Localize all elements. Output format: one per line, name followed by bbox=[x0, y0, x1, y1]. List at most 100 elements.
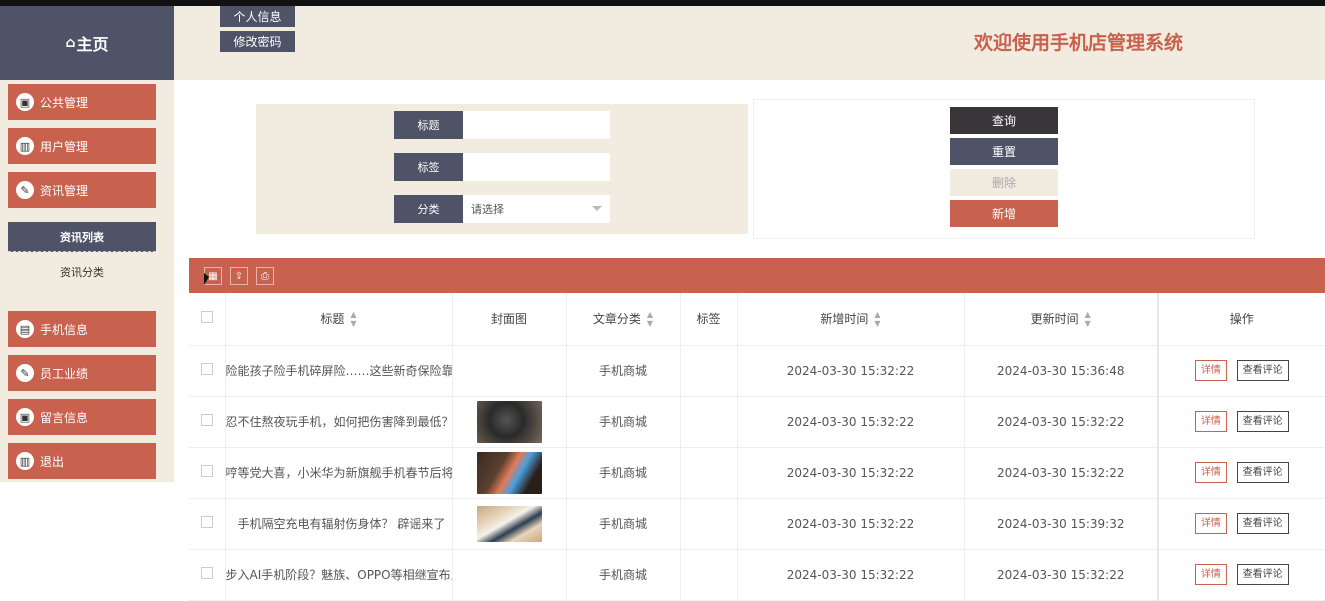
header-label: 新增时间 bbox=[820, 311, 869, 326]
cell-updated: 2024-03-30 15:39:32 bbox=[964, 498, 1159, 550]
sidebar-item-phones[interactable]: ▤ 手机信息 bbox=[8, 311, 156, 347]
column-header-updated[interactable]: 更新时间 ▲ ▼ bbox=[964, 293, 1159, 346]
header-label: 更新时间 bbox=[1030, 311, 1079, 326]
table-row: 忍不住熬夜玩手机，如何把伤害降到最低？ 手机商城 2024-03-30 15:3… bbox=[189, 396, 1325, 448]
home-link[interactable]: ⌂ 主页 bbox=[0, 6, 174, 80]
cell-title: 步入AI手机阶段？魅族、OPPO等相继宣布入局 bbox=[225, 549, 453, 601]
row-checkbox-cell[interactable] bbox=[189, 549, 226, 601]
row-checkbox-cell[interactable] bbox=[189, 447, 226, 499]
header-label: 文章分类 bbox=[592, 311, 641, 326]
detail-button[interactable]: 详情 bbox=[1194, 411, 1227, 432]
select-all-checkbox-cell[interactable] bbox=[189, 293, 226, 346]
view-comments-button[interactable]: 查看评论 bbox=[1236, 411, 1289, 432]
delete-button[interactable]: 删除 bbox=[950, 169, 1058, 196]
cell-category: 手机商城 bbox=[566, 345, 681, 397]
welcome-title: 欢迎使用手机店管理系统 bbox=[974, 32, 1184, 54]
sidebar-item-label: 公共管理 bbox=[40, 95, 89, 110]
edit-icon: ✎ bbox=[16, 181, 34, 199]
cell-category: 手机商城 bbox=[566, 549, 681, 601]
sidebar-item-users[interactable]: ▥ 用户管理 bbox=[8, 128, 156, 164]
cell-created: 2024-03-30 15:32:22 bbox=[737, 498, 965, 550]
sidebar-item-logout[interactable]: ▥ 退出 bbox=[8, 443, 156, 479]
sidebar-item-label: 员工业绩 bbox=[40, 366, 89, 381]
checkbox[interactable] bbox=[200, 516, 213, 528]
checkbox[interactable] bbox=[200, 465, 213, 477]
cell-tag bbox=[680, 447, 738, 499]
detail-button[interactable]: 详情 bbox=[1194, 513, 1227, 534]
detail-button[interactable]: 详情 bbox=[1194, 360, 1227, 381]
sidebar-sub-label: 资讯列表 bbox=[60, 230, 104, 244]
column-header-actions: 操作 bbox=[1157, 293, 1325, 346]
column-header-title[interactable]: 标题 ▲ ▼ bbox=[225, 293, 453, 346]
view-comments-button[interactable]: 查看评论 bbox=[1236, 360, 1289, 381]
sidebar-item-messages[interactable]: ▣ 留言信息 bbox=[8, 399, 156, 435]
table-toolbar: ▦ ⇪ ⎙ bbox=[189, 258, 1325, 293]
chart-icon: ▥ bbox=[16, 137, 34, 155]
change-password-button[interactable]: 修改密码 bbox=[220, 31, 295, 52]
row-checkbox-cell[interactable] bbox=[189, 498, 226, 550]
clipboard-icon: ▤ bbox=[16, 320, 34, 338]
action-panel: 查询 重置 删除 新增 bbox=[753, 99, 1255, 239]
monitor-icon: ▣ bbox=[16, 408, 34, 426]
cell-actions: 详情 查看评论 bbox=[1157, 396, 1325, 448]
sidebar-item-label: 资讯管理 bbox=[40, 183, 89, 198]
checkbox[interactable] bbox=[200, 414, 213, 426]
sort-icon[interactable]: ▲ ▼ bbox=[1085, 310, 1091, 328]
sidebar: ⌂ 主页 ▣ 公共管理 ▥ 用户管理 ✎ 资讯管理 资讯列表 资讯分类 ▤ 手机… bbox=[0, 6, 174, 482]
checkbox[interactable] bbox=[200, 363, 213, 375]
sidebar-item-news[interactable]: ✎ 资讯管理 bbox=[8, 172, 156, 208]
column-header-created[interactable]: 新增时间 ▲ ▼ bbox=[737, 293, 965, 346]
cell-actions: 详情 查看评论 bbox=[1157, 345, 1325, 397]
add-button[interactable]: 新增 bbox=[950, 200, 1058, 227]
header-label: 标签 bbox=[696, 312, 721, 327]
view-comments-button[interactable]: 查看评论 bbox=[1236, 564, 1289, 585]
query-button[interactable]: 查询 bbox=[950, 107, 1058, 134]
sort-icon[interactable]: ▲ ▼ bbox=[350, 310, 356, 328]
cover-image bbox=[476, 451, 542, 494]
title-input[interactable] bbox=[463, 111, 610, 139]
sidebar-sub-news-list[interactable]: 资讯列表 bbox=[8, 222, 156, 252]
profile-button[interactable]: 个人信息 bbox=[220, 6, 295, 27]
cell-created: 2024-03-30 15:32:22 bbox=[737, 345, 965, 397]
sidebar-item-label: 退出 bbox=[40, 454, 65, 469]
detail-button[interactable]: 详情 bbox=[1194, 462, 1227, 483]
column-header-category[interactable]: 文章分类 ▲ ▼ bbox=[566, 293, 681, 346]
row-checkbox-cell[interactable] bbox=[189, 345, 226, 397]
cell-cover bbox=[452, 447, 567, 499]
sidebar-item-performance[interactable]: ✎ 员工业绩 bbox=[8, 355, 156, 391]
export-icon[interactable]: ⇪ bbox=[230, 267, 248, 285]
monitor-icon: ▣ bbox=[16, 93, 34, 111]
sort-icon[interactable]: ▲ ▼ bbox=[874, 310, 880, 328]
cell-category: 手机商城 bbox=[566, 396, 681, 448]
view-comments-button[interactable]: 查看评论 bbox=[1236, 513, 1289, 534]
mouse-cursor bbox=[204, 273, 209, 285]
sidebar-item-label: 手机信息 bbox=[40, 322, 89, 337]
tag-input[interactable] bbox=[463, 153, 610, 181]
checkbox[interactable] bbox=[200, 567, 213, 579]
reset-button[interactable]: 重置 bbox=[950, 138, 1058, 165]
chart-icon: ▥ bbox=[16, 452, 34, 470]
detail-button[interactable]: 详情 bbox=[1194, 564, 1227, 585]
view-comments-button[interactable]: 查看评论 bbox=[1236, 462, 1289, 483]
sidebar-sub-news-category[interactable]: 资讯分类 bbox=[8, 257, 156, 287]
sidebar-sub-label: 资讯分类 bbox=[60, 266, 104, 279]
table-row: 步入AI手机阶段？魅族、OPPO等相继宣布入局 手机商城 2024-03-30 … bbox=[189, 549, 1325, 601]
news-table: 标题 ▲ ▼ 封面图 文章分类 ▲ ▼ 标签 新增时间 ▲ ▼ 更新时间 ▲ ▼ 操作 险能孩子… bbox=[189, 293, 1325, 601]
row-checkbox-cell[interactable] bbox=[189, 396, 226, 448]
sort-icon[interactable]: ▲ ▼ bbox=[647, 310, 653, 328]
sidebar-item-public[interactable]: ▣ 公共管理 bbox=[8, 84, 156, 120]
cell-title: 手机隔空充电有辐射伤身体？ 辟谣来了 bbox=[225, 498, 453, 550]
checkbox[interactable] bbox=[200, 311, 213, 324]
edit-icon: ✎ bbox=[16, 364, 34, 382]
cell-actions: 详情 查看评论 bbox=[1157, 447, 1325, 499]
header-label: 操作 bbox=[1229, 312, 1254, 327]
cell-updated: 2024-03-30 15:32:22 bbox=[964, 396, 1159, 448]
print-icon[interactable]: ⎙ bbox=[256, 267, 274, 285]
cover-image bbox=[476, 345, 542, 392]
sidebar-item-label: 用户管理 bbox=[40, 139, 89, 154]
category-select[interactable]: 请选择 bbox=[463, 195, 610, 223]
cell-title: 险能孩子险手机碎屏险……这些新奇保险靠谱 bbox=[225, 345, 453, 397]
cell-category: 手机商城 bbox=[566, 447, 681, 499]
cover-image bbox=[476, 400, 542, 443]
cell-cover bbox=[452, 396, 567, 448]
